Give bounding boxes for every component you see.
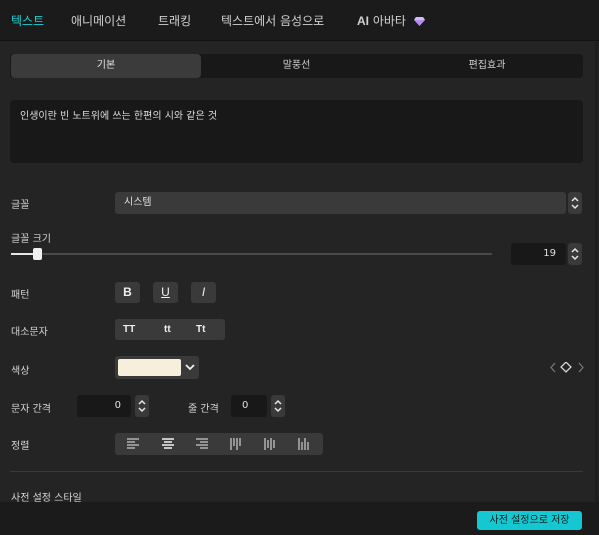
font-spinner[interactable]: [568, 192, 582, 214]
line-spacing-spinner[interactable]: [271, 395, 285, 417]
vertical-top-icon[interactable]: [230, 438, 242, 450]
font-size-label: 글꼴 크기: [11, 234, 51, 245]
tab-ai-avatar-label: 아바타: [372, 14, 406, 28]
tab-text[interactable]: 텍스트: [11, 12, 44, 29]
sub-tab-bar: 기본 말풍선 편집효과: [10, 54, 583, 78]
bold-button[interactable]: B: [115, 282, 140, 303]
text-input[interactable]: 인생이란 빈 노트위에 쓰는 한편의 시와 같은 것: [10, 100, 583, 163]
align-options: [115, 433, 323, 455]
pattern-label: 패턴: [11, 290, 30, 301]
align-label: 정렬: [11, 441, 30, 452]
align-left-icon[interactable]: [127, 438, 139, 449]
tab-animation[interactable]: 애니메이션: [71, 12, 126, 29]
case-title-option[interactable]: Tt: [196, 319, 205, 340]
char-spacing-label: 문자 간격: [11, 404, 51, 415]
vertical-bottom-icon[interactable]: [298, 438, 310, 450]
vertical-center-icon[interactable]: [264, 438, 276, 450]
char-spacing-input[interactable]: 0: [77, 395, 131, 417]
case-label: 대소문자: [11, 327, 48, 338]
color-swatch: [118, 359, 181, 376]
prev-keyframe-icon: [550, 362, 556, 373]
updown-chevron-icon: [571, 247, 579, 261]
color-picker[interactable]: [115, 356, 199, 379]
font-size-spinner[interactable]: [568, 243, 582, 265]
subtab-basic[interactable]: 기본: [11, 54, 201, 78]
section-divider: [10, 471, 583, 472]
chevron-down-icon: [185, 364, 195, 371]
case-lower-option[interactable]: tt: [164, 319, 171, 340]
subtab-effects[interactable]: 편집효과: [392, 54, 582, 78]
updown-chevron-icon: [274, 399, 282, 413]
updown-chevron-icon: [571, 196, 579, 210]
font-size-slider-track[interactable]: [11, 253, 492, 255]
tab-ai-avatar[interactable]: AI 아바타: [357, 12, 425, 29]
italic-button[interactable]: I: [191, 282, 216, 303]
align-right-icon[interactable]: [196, 438, 208, 449]
line-spacing-label: 줄 간격: [188, 404, 219, 415]
color-label: 색상: [11, 366, 30, 377]
save-as-preset-button[interactable]: 사전 설정으로 저장: [477, 511, 582, 530]
case-options: TT tt Tt: [115, 319, 225, 340]
underline-button[interactable]: U: [153, 282, 178, 303]
case-upper-option[interactable]: TT: [123, 319, 135, 340]
top-tab-bar: 텍스트 애니메이션 트래킹 텍스트에서 음성으로 AI 아바타: [0, 0, 599, 41]
font-select[interactable]: 시스템: [115, 192, 566, 214]
keyframe-control[interactable]: [550, 361, 584, 376]
line-spacing-input[interactable]: 0: [231, 395, 267, 417]
next-keyframe-icon: [578, 362, 584, 373]
updown-chevron-icon: [138, 399, 146, 413]
scrollbar[interactable]: [595, 42, 598, 502]
ai-prefix-label: AI: [357, 14, 369, 28]
keyframe-diamond-icon: [560, 361, 572, 373]
align-center-icon[interactable]: [162, 438, 174, 449]
subtab-speech-bubble[interactable]: 말풍선: [201, 54, 392, 78]
font-size-slider-handle[interactable]: [32, 248, 42, 260]
char-spacing-spinner[interactable]: [135, 395, 149, 417]
font-size-input[interactable]: 19: [511, 243, 566, 265]
gem-icon: [413, 15, 425, 29]
tab-text-to-speech[interactable]: 텍스트에서 음성으로: [221, 12, 324, 29]
tab-tracking[interactable]: 트래킹: [158, 12, 191, 29]
font-label: 글꼴: [11, 200, 30, 211]
